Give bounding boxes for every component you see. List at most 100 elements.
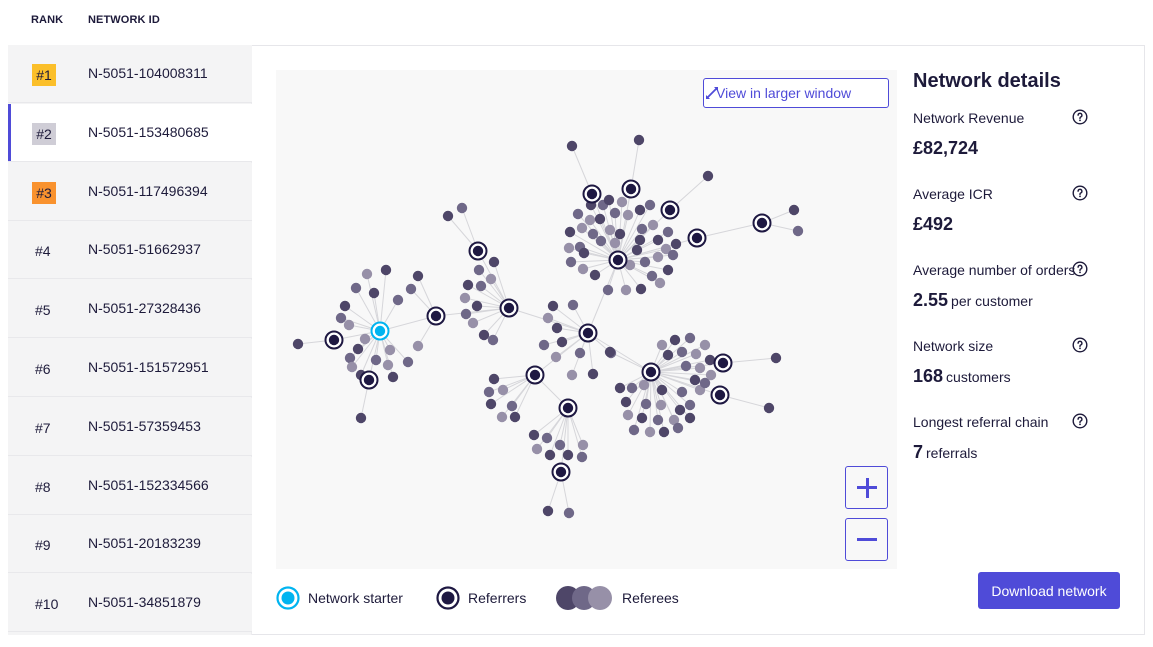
referee-node[interactable] bbox=[652, 414, 664, 426]
referrer-node[interactable] bbox=[558, 398, 578, 418]
network-row[interactable]: #2 N-5051-153480685 bbox=[8, 103, 252, 162]
referee-node[interactable] bbox=[680, 360, 692, 372]
referee-node[interactable] bbox=[609, 207, 621, 219]
network-graph[interactable]: View in larger window bbox=[276, 70, 897, 569]
referee-node[interactable] bbox=[656, 339, 668, 351]
referee-node[interactable] bbox=[674, 404, 686, 416]
referee-node[interactable] bbox=[442, 210, 454, 222]
referee-node[interactable] bbox=[614, 382, 626, 394]
referee-node[interactable] bbox=[604, 346, 616, 358]
referee-node[interactable] bbox=[614, 228, 626, 240]
zoom-in-button[interactable] bbox=[845, 466, 888, 509]
referee-node[interactable] bbox=[550, 351, 562, 363]
referee-node[interactable] bbox=[652, 251, 664, 263]
referee-node[interactable] bbox=[631, 244, 643, 256]
referee-node[interactable] bbox=[565, 256, 577, 268]
referee-node[interactable] bbox=[456, 202, 468, 214]
referee-node[interactable] bbox=[578, 247, 590, 259]
referee-node[interactable] bbox=[667, 249, 679, 261]
referee-node[interactable] bbox=[640, 398, 652, 410]
referee-node[interactable] bbox=[662, 264, 674, 276]
referee-node[interactable] bbox=[541, 432, 553, 444]
referee-node[interactable] bbox=[609, 237, 621, 249]
referee-node[interactable] bbox=[554, 439, 566, 451]
referee-node[interactable] bbox=[656, 384, 668, 396]
referee-node[interactable] bbox=[380, 264, 392, 276]
referrer-node[interactable] bbox=[621, 179, 641, 199]
referee-node[interactable] bbox=[594, 213, 606, 225]
referrer-node[interactable] bbox=[578, 323, 598, 343]
referee-node[interactable] bbox=[595, 235, 607, 247]
network-row[interactable]: #1 N-5051-104008311 bbox=[8, 45, 252, 103]
referrer-node[interactable] bbox=[324, 330, 344, 350]
referee-node[interactable] bbox=[488, 256, 500, 268]
referee-node[interactable] bbox=[412, 340, 424, 352]
referee-node[interactable] bbox=[644, 199, 656, 211]
referee-node[interactable] bbox=[473, 264, 485, 276]
referee-node[interactable] bbox=[662, 349, 674, 361]
referrer-node[interactable] bbox=[713, 353, 733, 373]
referee-node[interactable] bbox=[359, 333, 371, 345]
download-network-button[interactable]: Download network bbox=[978, 572, 1120, 609]
referee-node[interactable] bbox=[346, 361, 358, 373]
referee-node[interactable] bbox=[655, 399, 667, 411]
network-row[interactable]: #7 N-5051-57359453 bbox=[8, 397, 252, 456]
network-starter-node[interactable] bbox=[370, 321, 390, 341]
referee-node[interactable] bbox=[792, 225, 804, 237]
referee-node[interactable] bbox=[626, 382, 638, 394]
referee-node[interactable] bbox=[658, 426, 670, 438]
referee-node[interactable] bbox=[335, 312, 347, 324]
referee-node[interactable] bbox=[402, 356, 414, 368]
help-icon[interactable] bbox=[1072, 261, 1088, 277]
referee-node[interactable] bbox=[788, 204, 800, 216]
referee-node[interactable] bbox=[412, 270, 424, 282]
referee-node[interactable] bbox=[636, 223, 648, 235]
referee-node[interactable] bbox=[384, 344, 396, 356]
referrer-node[interactable] bbox=[660, 200, 680, 220]
referee-node[interactable] bbox=[339, 300, 351, 312]
referee-node[interactable] bbox=[603, 194, 615, 206]
zoom-out-button[interactable] bbox=[845, 518, 888, 561]
network-row[interactable]: #3 N-5051-117496394 bbox=[8, 162, 252, 221]
referrer-node[interactable] bbox=[710, 385, 730, 405]
referee-node[interactable] bbox=[684, 399, 696, 411]
referee-node[interactable] bbox=[509, 411, 521, 423]
referee-node[interactable] bbox=[368, 287, 380, 299]
help-icon[interactable] bbox=[1072, 185, 1088, 201]
referee-node[interactable] bbox=[628, 424, 640, 436]
referee-node[interactable] bbox=[528, 429, 540, 441]
referee-node[interactable] bbox=[577, 263, 589, 275]
referee-node[interactable] bbox=[639, 256, 651, 268]
referee-node[interactable] bbox=[382, 359, 394, 371]
referee-node[interactable] bbox=[636, 412, 648, 424]
referee-node[interactable] bbox=[538, 339, 550, 351]
referee-node[interactable] bbox=[690, 348, 702, 360]
referee-node[interactable] bbox=[587, 228, 599, 240]
referee-node[interactable] bbox=[676, 346, 688, 358]
referrer-node[interactable] bbox=[608, 250, 628, 270]
referee-node[interactable] bbox=[387, 371, 399, 383]
referee-node[interactable] bbox=[352, 343, 364, 355]
referee-node[interactable] bbox=[471, 300, 483, 312]
referee-node[interactable] bbox=[487, 334, 499, 346]
referee-node[interactable] bbox=[572, 208, 584, 220]
help-icon[interactable] bbox=[1072, 413, 1088, 429]
referee-node[interactable] bbox=[344, 352, 356, 364]
referee-node[interactable] bbox=[589, 269, 601, 281]
referee-node[interactable] bbox=[462, 279, 474, 291]
help-icon[interactable] bbox=[1072, 109, 1088, 125]
view-larger-window-button[interactable]: View in larger window bbox=[703, 78, 889, 108]
referee-node[interactable] bbox=[622, 409, 634, 421]
referee-node[interactable] bbox=[485, 273, 497, 285]
referee-node[interactable] bbox=[343, 319, 355, 331]
referee-node[interactable] bbox=[689, 374, 701, 386]
referee-node[interactable] bbox=[567, 299, 579, 311]
referee-node[interactable] bbox=[635, 283, 647, 295]
referrer-node[interactable] bbox=[525, 365, 545, 385]
referee-node[interactable] bbox=[672, 422, 684, 434]
referee-node[interactable] bbox=[506, 400, 518, 412]
referee-node[interactable] bbox=[670, 238, 682, 250]
referee-node[interactable] bbox=[478, 329, 490, 341]
referee-node[interactable] bbox=[497, 384, 509, 396]
referee-node[interactable] bbox=[647, 219, 659, 231]
